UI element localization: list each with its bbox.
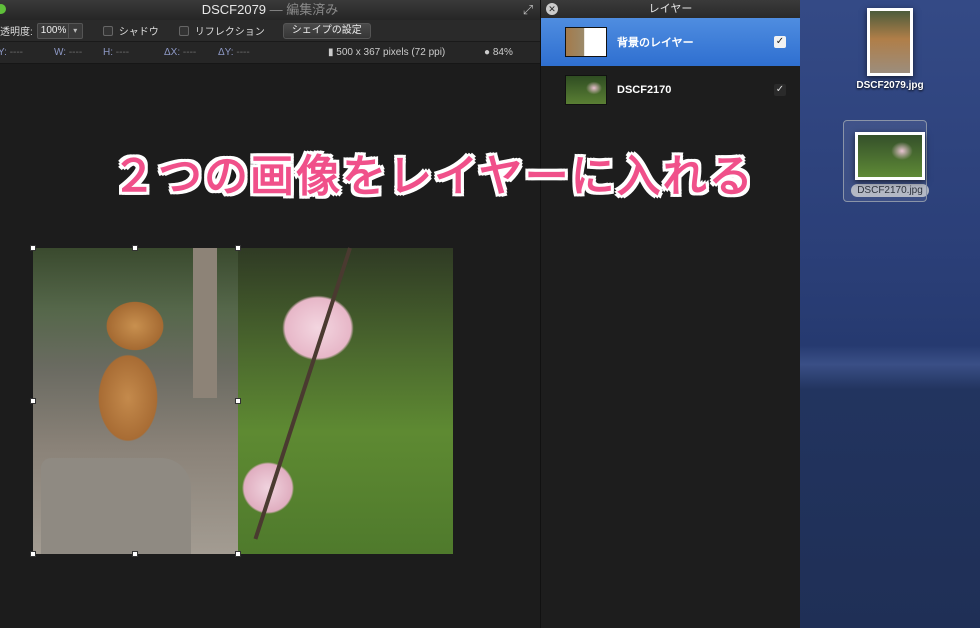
opacity-value: 100% [40,25,67,36]
layer-thumbnail [565,27,607,57]
photo-detail [41,458,191,554]
shadow-checkbox[interactable] [102,25,113,36]
reflection-label: リフレクション [194,27,265,38]
close-icon[interactable]: ✕ [546,3,558,15]
image-size-readout: ▮ 500 x 367 pixels (72 ppi) [328,47,446,58]
file-thumbnail-icon [867,8,913,76]
layer-visibility-checkbox[interactable]: ✓ [774,36,786,48]
resize-handle-bottom[interactable] [132,551,138,557]
layer-visibility-checkbox[interactable]: ✓ [774,84,786,96]
photo-detail [253,247,352,540]
shadow-toggle[interactable]: シャドウ [102,23,159,38]
window-zoom-button[interactable] [0,4,6,14]
screen: DSCF2079.jpg DSCF2170.jpg DSCF2079 — 編集済… [0,0,980,628]
resize-handle-bottom-left[interactable] [30,551,36,557]
layers-panel-header: ✕ レイヤー [541,0,800,18]
delta-y-readout: ΔY: ---- [218,47,250,58]
edited-status: — 編集済み [266,2,339,17]
shape-settings-button[interactable]: シェイプの設定 [282,22,371,39]
desktop-file-dscf2170[interactable]: DSCF2170.jpg [843,120,935,202]
resize-handle-top-left[interactable] [30,245,36,251]
document-icon: ▮ [328,47,334,58]
cherry-blossom-photo-layer[interactable] [238,247,453,554]
info-bar: Y: ---- W: ---- H: ---- ΔX: ---- ΔY: ---… [0,42,540,64]
resize-handle-right[interactable] [235,398,241,404]
layer-name: DSCF2170 [617,84,672,96]
photo-detail [193,248,217,398]
reflection-toggle[interactable]: リフレクション [178,23,265,38]
desktop-file-label: DSCF2079.jpg [856,80,924,91]
zoom-readout[interactable]: ● 84% [484,47,513,58]
fullscreen-icon[interactable]: ⤢ [520,2,536,18]
resize-handle-bottom-right[interactable] [235,551,241,557]
layer-thumbnail [565,75,607,105]
reflection-checkbox[interactable] [178,25,189,36]
layers-panel-title: レイヤー [648,3,693,15]
y-readout: Y: ---- [0,47,24,58]
desktop-background: DSCF2079.jpg DSCF2170.jpg [800,0,980,628]
desktop-file-dscf2079[interactable]: DSCF2079.jpg [845,8,935,91]
opacity-label: 透明度: [0,27,33,38]
delta-x-readout: ΔX: ---- [164,47,197,58]
magnifier-icon: ● [484,47,491,58]
layers-panel: ✕ レイヤー 背景のレイヤー ✓ DSCF2170 ✓ [540,0,800,628]
attributes-toolbar: 透明度: 100% ▾ シャドウ リフレクション シェイプの設定 [0,20,540,42]
chevron-down-icon[interactable]: ▾ [67,23,82,38]
layer-row-background[interactable]: 背景のレイヤー ✓ [541,18,800,66]
resize-handle-left[interactable] [30,398,36,404]
overlay-caption: ２つの画像をレイヤーに入れる [112,151,755,202]
document-title: DSCF2079 [201,2,267,17]
dog-photo-layer[interactable] [33,248,238,554]
file-thumbnail-icon [855,132,925,180]
resize-handle-top[interactable] [132,245,138,251]
layer-name: 背景のレイヤー [617,37,694,49]
resize-handle-top-right[interactable] [235,245,241,251]
width-readout: W: ---- [54,47,83,58]
window-titlebar: DSCF2079 — 編集済み ⤢ [0,0,540,20]
opacity-select[interactable]: 100% ▾ [36,22,83,39]
height-readout: H: ---- [103,47,130,58]
layer-row-dscf2170[interactable]: DSCF2170 ✓ [541,66,800,114]
shadow-label: シャドウ [118,27,159,38]
